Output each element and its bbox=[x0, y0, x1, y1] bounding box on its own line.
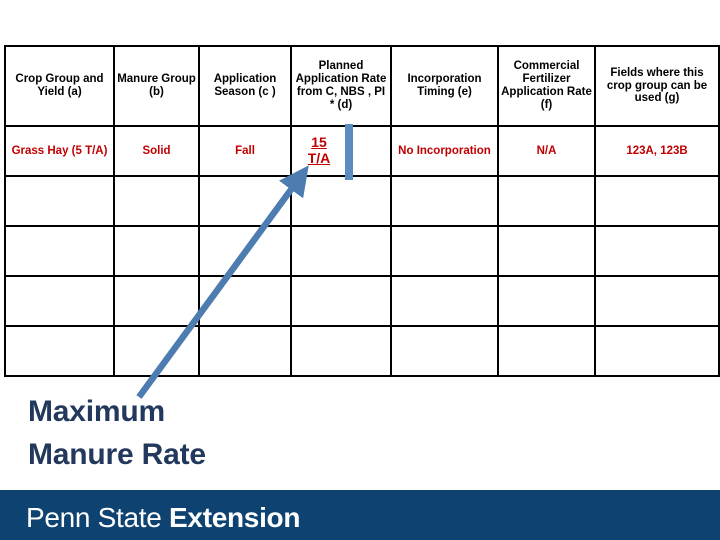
cell-manure-group[interactable] bbox=[113, 275, 200, 327]
table-row[interactable] bbox=[4, 325, 720, 377]
planned-rate-number: 15 bbox=[311, 134, 327, 151]
brand-light-text: Penn State bbox=[26, 502, 162, 533]
cell-planned-application-rate[interactable] bbox=[290, 325, 392, 377]
table-row[interactable] bbox=[4, 275, 720, 327]
cell-crop-group[interactable] bbox=[4, 225, 115, 277]
cell-incorporation-timing[interactable] bbox=[390, 175, 499, 227]
slide-canvas: Crop Group and Yield (a) Manure Group (b… bbox=[0, 0, 720, 540]
cell-fields[interactable] bbox=[594, 325, 720, 377]
planned-rate-value-stack: 15 T/A bbox=[307, 134, 331, 166]
cell-commercial-fertilizer-rate[interactable] bbox=[497, 175, 596, 227]
cell-crop-group[interactable] bbox=[4, 275, 115, 327]
cell-fields[interactable] bbox=[594, 225, 720, 277]
cell-application-season[interactable] bbox=[198, 325, 292, 377]
cell-manure-group[interactable] bbox=[113, 175, 200, 227]
cell-incorporation-timing[interactable] bbox=[390, 275, 499, 327]
column-header-manure-group: Manure Group (b) bbox=[113, 45, 200, 127]
cell-planned-application-rate[interactable] bbox=[290, 275, 392, 327]
cell-crop-group[interactable] bbox=[4, 325, 115, 377]
cell-commercial-fertilizer-rate[interactable] bbox=[497, 325, 596, 377]
cell-fields[interactable]: 123A, 123B bbox=[594, 125, 720, 177]
column-header-incorporation-timing: Incorporation Timing (e) bbox=[390, 45, 499, 127]
cell-fields[interactable] bbox=[594, 275, 720, 327]
column-header-fields: Fields where this crop group can be used… bbox=[594, 45, 720, 127]
cell-manure-group[interactable] bbox=[113, 225, 200, 277]
planned-rate-unit: T/A bbox=[307, 149, 331, 166]
callout-line-2: Manure Rate bbox=[28, 437, 206, 471]
cell-application-season[interactable] bbox=[198, 275, 292, 327]
cell-crop-group[interactable] bbox=[4, 175, 115, 227]
cell-manure-group[interactable] bbox=[113, 325, 200, 377]
cell-planned-application-rate[interactable] bbox=[290, 175, 392, 227]
callout-line-1: Maximum bbox=[28, 395, 165, 428]
footer-bar: Penn State Extension bbox=[0, 490, 720, 540]
manure-plan-table: Crop Group and Yield (a) Manure Group (b… bbox=[4, 45, 720, 377]
column-header-crop-group: Crop Group and Yield (a) bbox=[4, 45, 115, 127]
column-header-application-season: Application Season (c ) bbox=[198, 45, 292, 127]
cell-planned-application-rate[interactable]: 15 T/A bbox=[290, 125, 392, 177]
cell-incorporation-timing[interactable] bbox=[390, 325, 499, 377]
cell-crop-group[interactable]: Grass Hay (5 T/A) bbox=[4, 125, 115, 177]
table-row[interactable] bbox=[4, 225, 720, 277]
cell-incorporation-timing[interactable]: No Incorporation bbox=[390, 125, 499, 177]
cell-application-season[interactable]: Fall bbox=[198, 125, 292, 177]
cell-application-season[interactable] bbox=[198, 225, 292, 277]
brand-bold-text: Extension bbox=[169, 502, 301, 533]
cell-planned-application-rate[interactable] bbox=[290, 225, 392, 277]
cell-application-season[interactable] bbox=[198, 175, 292, 227]
column-header-commercial-fertilizer-rate: Commercial Fertilizer Application Rate (… bbox=[497, 45, 596, 127]
table-row[interactable]: Grass Hay (5 T/A) Solid Fall 15 T/A No I… bbox=[4, 125, 720, 177]
table-row[interactable] bbox=[4, 175, 720, 227]
callout-label: Maximum Manure Rate bbox=[28, 391, 358, 476]
table-header-row: Crop Group and Yield (a) Manure Group (b… bbox=[4, 45, 720, 127]
column-header-planned-application-rate: Planned Application Rate from C, NBS , P… bbox=[290, 45, 392, 127]
penn-state-extension-logo: Penn State Extension bbox=[26, 502, 300, 534]
cell-commercial-fertilizer-rate[interactable]: N/A bbox=[497, 125, 596, 177]
cell-commercial-fertilizer-rate[interactable] bbox=[497, 225, 596, 277]
cell-manure-group[interactable]: Solid bbox=[113, 125, 200, 177]
cell-commercial-fertilizer-rate[interactable] bbox=[497, 275, 596, 327]
cell-incorporation-timing[interactable] bbox=[390, 225, 499, 277]
text-cursor-bar-icon bbox=[345, 124, 353, 180]
cell-fields[interactable] bbox=[594, 175, 720, 227]
